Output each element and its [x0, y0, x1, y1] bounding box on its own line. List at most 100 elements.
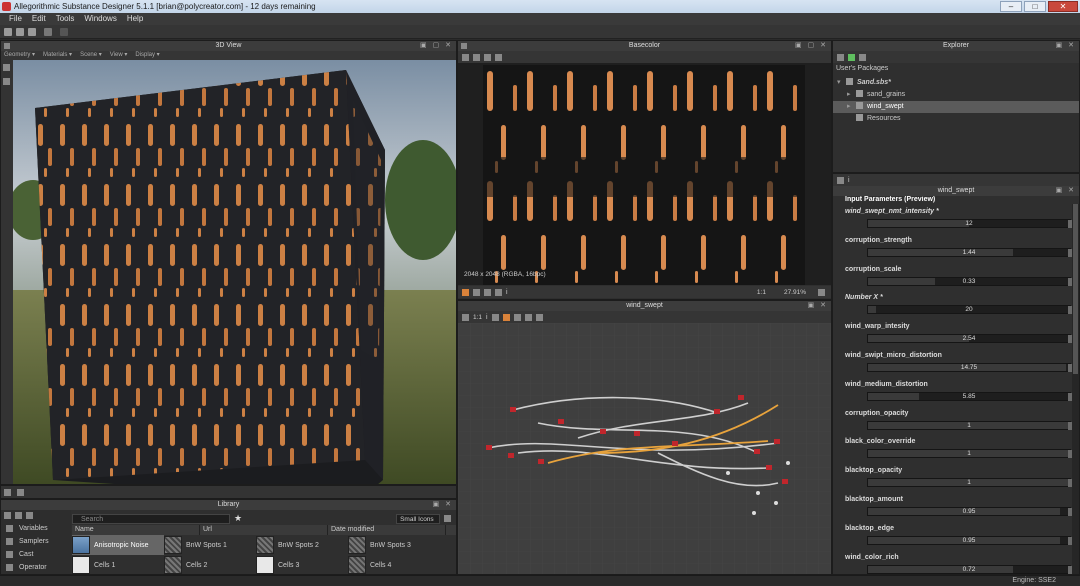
tree-item-sand-grains[interactable]: ▸ sand_grains — [833, 89, 1079, 101]
pan-icon[interactable] — [484, 53, 491, 61]
link-icon[interactable] — [17, 489, 24, 496]
camera-tool-icon[interactable] — [3, 64, 10, 71]
redo-icon[interactable] — [60, 28, 68, 36]
parameter-value[interactable]: 0.95 — [868, 537, 1070, 545]
maximize-button[interactable]: □ — [1024, 1, 1046, 12]
menu-edit[interactable]: Edit — [27, 13, 51, 25]
run-icon[interactable] — [848, 53, 855, 61]
graph-canvas[interactable] — [458, 323, 831, 575]
parameter-slider[interactable]: 0.95 — [867, 535, 1072, 545]
basecolor-viewport[interactable]: 2048 x 2048 (RGBA, 16bpc) — [458, 63, 831, 285]
parameter-value[interactable]: 14.75 — [868, 364, 1070, 372]
view-mode-select[interactable]: Small Icons — [396, 513, 441, 524]
library-item[interactable]: BnW Spots 2 — [256, 535, 348, 555]
new-file-icon[interactable] — [4, 28, 12, 36]
save-icon[interactable] — [28, 28, 36, 36]
parameter-slider[interactable]: 12 — [867, 219, 1072, 228]
scene-menu[interactable]: Scene ▾ — [80, 51, 102, 60]
library-item[interactable]: Cells 3 — [256, 555, 348, 574]
parameter-slider[interactable]: 14.75 — [867, 362, 1072, 372]
align-icon[interactable] — [513, 313, 521, 321]
display-mode-icon[interactable] — [462, 53, 469, 61]
parameter-slider[interactable]: 1 — [867, 449, 1072, 459]
parameter-value[interactable]: 0.72 — [868, 566, 1070, 574]
library-item[interactable]: BnW Spots 3 — [348, 535, 440, 555]
library-item[interactable]: Anisotropic Noise — [72, 535, 164, 555]
menu-help[interactable]: Help — [122, 13, 148, 25]
parameter-slider[interactable]: 0.33 — [867, 276, 1072, 286]
history-icon[interactable] — [4, 489, 11, 496]
grid-icon[interactable] — [473, 53, 480, 61]
parameter-value[interactable]: 12 — [868, 220, 1070, 228]
minimize-button[interactable]: – — [1000, 1, 1022, 12]
parameters-scrollbar[interactable] — [1072, 204, 1079, 574]
info-icon[interactable]: i — [486, 314, 488, 321]
expand-arrow-icon[interactable]: ▸ — [847, 101, 853, 113]
parameter-value[interactable]: 5.85 — [868, 393, 1070, 401]
menu-tools[interactable]: Tools — [51, 13, 80, 25]
zoom-level[interactable]: 27.91% — [784, 289, 806, 296]
parameter-value[interactable]: 1 — [868, 450, 1070, 458]
link-style-icon[interactable] — [502, 313, 510, 321]
view-menu[interactable]: View ▾ — [110, 51, 128, 60]
panel-dock-icons[interactable]: ▣ ✕ — [1056, 186, 1076, 196]
parameter-value[interactable]: 1 — [868, 422, 1070, 430]
category-variables[interactable]: Variables — [1, 522, 71, 535]
panel-dock-icons[interactable]: ▣ ✕ — [433, 500, 453, 510]
parameter-slider[interactable]: 5.85 — [867, 391, 1072, 401]
lock-icon[interactable] — [818, 288, 825, 296]
column-name[interactable]: Name — [72, 525, 200, 535]
histogram-icon[interactable] — [495, 288, 502, 296]
tiling-icon[interactable] — [484, 288, 491, 296]
parameter-value[interactable]: 1 — [868, 479, 1070, 487]
library-item[interactable]: BnW Spots 1 — [164, 535, 256, 555]
tree-item-resources[interactable]: Resources — [833, 113, 1079, 125]
close-button[interactable]: ✕ — [1048, 1, 1078, 12]
menu-windows[interactable]: Windows — [79, 13, 121, 25]
publish-icon[interactable] — [859, 53, 866, 61]
view-mode-dropdown-icon[interactable] — [444, 515, 452, 522]
snapshot-icon[interactable] — [495, 53, 502, 61]
category-operator[interactable]: Operator — [1, 561, 71, 574]
new-package-icon[interactable] — [837, 53, 844, 61]
parameter-value[interactable]: 2.54 — [868, 335, 1070, 343]
parameter-slider[interactable]: 2.54 — [867, 334, 1072, 344]
panel-menu-icon[interactable] — [4, 43, 10, 49]
parameter-slider[interactable]: 1 — [867, 478, 1072, 488]
panel-dock-icons[interactable]: ▣ ▢ ✕ — [795, 41, 828, 51]
category-samplers[interactable]: Samplers — [1, 535, 71, 548]
panel-dock-icons[interactable]: ▣ ▢ ✕ — [420, 41, 453, 51]
light-tool-icon[interactable] — [3, 78, 10, 85]
geometry-menu[interactable]: Geometry ▾ — [4, 51, 35, 60]
library-item[interactable]: Cells 4 — [348, 555, 440, 574]
parameter-value[interactable]: 1.44 — [868, 249, 1070, 257]
info-icon[interactable]: i — [848, 177, 850, 184]
undo-icon[interactable] — [44, 28, 52, 36]
settings-gear-icon[interactable] — [535, 313, 543, 321]
tree-item-sand-sbs[interactable]: ▾ Sand.sbs* — [833, 77, 1079, 89]
view3d-viewport[interactable] — [13, 60, 457, 484]
parameter-slider[interactable]: 0.72 — [867, 564, 1072, 574]
tree-item-wind-swept[interactable]: ▸ wind_swept — [833, 101, 1079, 113]
expand-arrow-icon[interactable]: ▸ — [847, 89, 853, 101]
parameter-slider[interactable]: 20 — [867, 305, 1072, 315]
parameter-slider[interactable]: 1 — [867, 420, 1072, 430]
collapse-arrow-icon[interactable]: ▾ — [837, 77, 843, 89]
fit-view-icon[interactable] — [462, 313, 469, 321]
library-item[interactable]: Cells 2 — [164, 555, 256, 574]
category-cast[interactable]: Cast — [1, 548, 71, 561]
ratio-label[interactable]: 1:1 — [757, 289, 766, 296]
parameter-value[interactable]: 0.33 — [868, 278, 1070, 286]
node-add-icon[interactable] — [491, 313, 499, 321]
timer-icon[interactable] — [524, 313, 532, 321]
favorites-star-icon[interactable]: ★ — [234, 513, 242, 524]
info-icon[interactable]: i — [506, 289, 508, 296]
open-file-icon[interactable] — [16, 28, 24, 36]
folder-icon[interactable] — [4, 512, 11, 519]
panel-dock-icons[interactable]: ▣ ✕ — [808, 301, 828, 311]
parameter-slider[interactable]: 0.95 — [867, 506, 1072, 516]
channel-color-icon[interactable] — [462, 288, 469, 296]
graph-params-icon[interactable] — [837, 176, 844, 184]
alpha-toggle-icon[interactable] — [473, 288, 480, 296]
parameter-slider[interactable]: 1.44 — [867, 247, 1072, 257]
